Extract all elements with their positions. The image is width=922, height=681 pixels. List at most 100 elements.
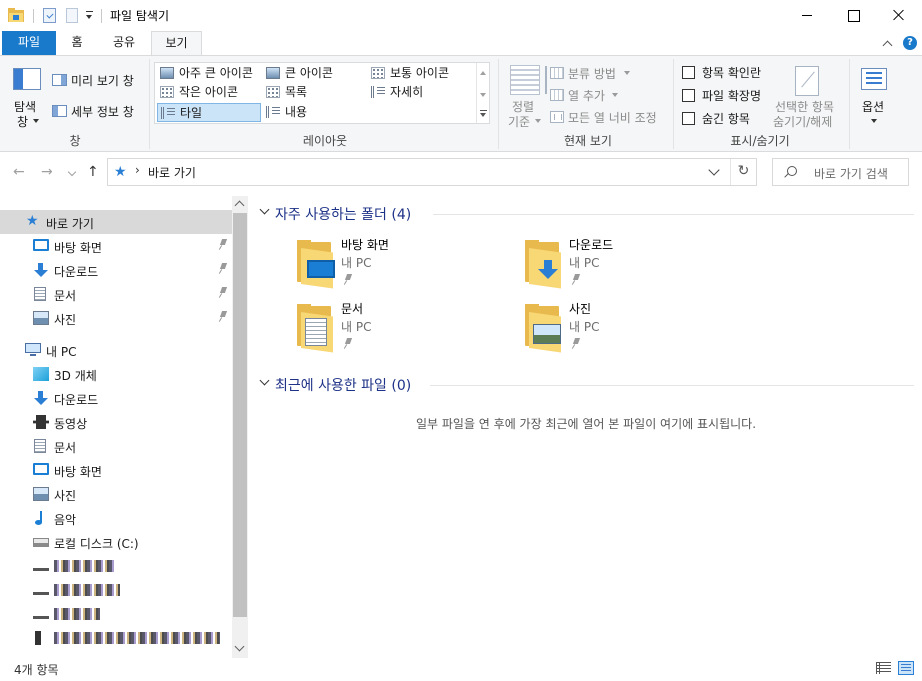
forward-button[interactable]: → — [41, 164, 53, 180]
navigation-pane-icon — [13, 68, 41, 90]
customize-quick-access-icon[interactable] — [85, 10, 94, 20]
folder-location: 내 PC — [569, 320, 600, 334]
nav-item-redacted-drive[interactable] — [0, 626, 232, 650]
breadcrumb[interactable]: 바로 가기 — [148, 164, 196, 181]
nav-label: 다운로드 — [54, 393, 99, 407]
redacted-label — [54, 608, 100, 620]
recent-files-header[interactable]: 최근에 사용한 파일 (0) — [258, 374, 914, 394]
download-icon — [33, 391, 49, 405]
chevron-down-icon — [624, 71, 630, 75]
tab-file[interactable]: 파일 — [2, 31, 56, 55]
options-label: 옵션 — [862, 100, 885, 114]
pin-icon — [219, 263, 227, 275]
nav-item-music[interactable]: 음악 — [0, 506, 232, 530]
folder-tile-downloads[interactable]: 다운로드 내 PC — [523, 236, 723, 294]
nav-item-downloads-pc[interactable]: 다운로드 — [0, 386, 232, 410]
separator — [101, 9, 102, 23]
nav-item-videos[interactable]: 동영상 — [0, 410, 232, 434]
large-icons-icon — [266, 67, 280, 79]
drive-icon — [33, 563, 49, 571]
layout-medium-icons[interactable]: 보통 아이콘 — [368, 64, 474, 83]
folder-location: 내 PC — [341, 256, 372, 270]
size-all-columns-label: 모든 열 너비 조정 — [568, 111, 657, 125]
group-by-label: 분류 방법 — [568, 67, 616, 81]
address-history-dropdown-icon[interactable] — [708, 164, 720, 176]
breadcrumb-chevron[interactable]: › — [135, 163, 140, 177]
recent-locations-icon[interactable] — [67, 167, 77, 177]
layout-large-icons[interactable]: 큰 아이콘 — [263, 64, 367, 83]
nav-item-desktop[interactable]: 바탕 화면 — [0, 234, 232, 258]
nav-item-documents[interactable]: 문서 — [0, 282, 232, 306]
nav-item-3d-objects[interactable]: 3D 개체 — [0, 362, 232, 386]
add-columns-icon — [550, 89, 564, 101]
nav-scrollbar-thumb[interactable] — [233, 213, 247, 617]
checkbox[interactable] — [682, 112, 695, 125]
folder-tile-documents[interactable]: 문서 내 PC — [295, 300, 495, 358]
large-icons-view-icon[interactable] — [898, 661, 914, 675]
nav-item-redacted-drive[interactable] — [0, 578, 232, 602]
refresh-button[interactable]: ↻ — [730, 159, 756, 185]
nav-label: 문서 — [54, 441, 77, 455]
layout-content[interactable]: 내용 — [263, 103, 367, 122]
layout-tiles[interactable]: 타일 — [157, 103, 261, 122]
layout-label: 내용 — [285, 105, 308, 119]
nav-item-pictures-pc[interactable]: 사진 — [0, 482, 232, 506]
layout-gallery-scroll[interactable] — [476, 63, 489, 123]
pin-icon — [219, 239, 227, 251]
nav-item-this-pc[interactable]: 내 PC — [0, 338, 232, 362]
tab-share[interactable]: 공유 — [106, 31, 142, 55]
nav-label: 바탕 화면 — [54, 241, 102, 255]
folder-name: 문서 — [341, 302, 364, 316]
checkbox[interactable] — [682, 66, 695, 79]
3d-objects-icon — [33, 367, 49, 381]
nav-label: 음악 — [54, 513, 77, 527]
nav-item-redacted-drive[interactable] — [0, 554, 232, 578]
pin-icon — [344, 274, 352, 286]
new-folder-icon[interactable] — [66, 8, 78, 23]
layout-details[interactable]: 자세히 — [368, 83, 474, 102]
layout-extra-large-icons[interactable]: 아주 큰 아이콘 — [157, 64, 261, 83]
address-bar[interactable]: ★ › 바로 가기 ↻ — [107, 158, 757, 186]
more-layouts-icon[interactable] — [480, 110, 487, 111]
checkbox[interactable] — [682, 89, 695, 102]
maximize-button[interactable] — [830, 0, 876, 31]
nav-item-downloads[interactable]: 다운로드 — [0, 258, 232, 282]
nav-label: 바탕 화면 — [54, 465, 102, 479]
nav-item-quick-access[interactable]: ★ 바로 가기 — [0, 210, 232, 234]
tab-view[interactable]: 보기 — [151, 31, 202, 56]
scroll-down-icon[interactable] — [480, 93, 486, 97]
tab-home[interactable]: 홈 — [62, 31, 92, 55]
folder-tile-pictures[interactable]: 사진 내 PC — [523, 300, 723, 358]
nav-label: 로컬 디스크 (C:) — [54, 537, 139, 551]
medium-icons-icon — [371, 67, 385, 79]
nav-item-pictures[interactable]: 사진 — [0, 306, 232, 330]
list-icon — [266, 86, 280, 98]
details-view-icon[interactable] — [876, 662, 891, 674]
nav-item-local-disk[interactable]: 로컬 디스크 (C:) — [0, 530, 232, 554]
pin-icon — [219, 287, 227, 299]
ribbon-collapse-icon[interactable] — [882, 39, 892, 49]
nav-item-redacted-drive[interactable] — [0, 602, 232, 626]
pin-icon — [344, 338, 352, 350]
separator — [673, 59, 674, 149]
section-title: 최근에 사용한 파일 (0) — [275, 378, 412, 394]
close-button[interactable] — [876, 0, 922, 31]
documents-folder-icon — [295, 304, 335, 353]
properties-icon[interactable] — [43, 8, 56, 23]
layout-small-icons[interactable]: 작은 아이콘 — [157, 83, 261, 102]
layout-list[interactable]: 목록 — [263, 83, 367, 102]
scroll-up-icon[interactable] — [480, 71, 486, 75]
minimize-button[interactable] — [784, 0, 830, 31]
chevron-down-icon — [612, 93, 618, 97]
downloads-folder-icon — [523, 240, 563, 289]
search-input[interactable]: 바로 가기 검색 — [772, 158, 909, 186]
help-icon[interactable]: ? — [903, 36, 917, 50]
frequent-folders-header[interactable]: 자주 사용하는 폴더 (4) — [258, 203, 914, 223]
layout-label: 목록 — [285, 85, 308, 99]
nav-item-documents-pc[interactable]: 문서 — [0, 434, 232, 458]
back-button[interactable]: ← — [13, 164, 25, 180]
up-button[interactable]: ↑ — [87, 164, 99, 180]
divider — [433, 214, 914, 215]
folder-tile-desktop[interactable]: 바탕 화면 내 PC — [295, 236, 495, 294]
nav-item-desktop-pc[interactable]: 바탕 화면 — [0, 458, 232, 482]
